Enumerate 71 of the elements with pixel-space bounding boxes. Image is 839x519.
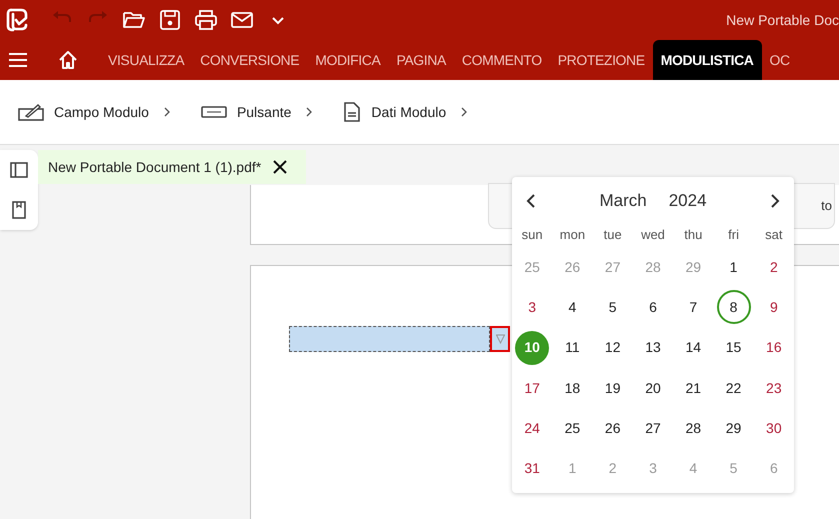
year-label[interactable]: 2024 <box>668 188 707 214</box>
calendar-day[interactable]: 6 <box>636 290 670 324</box>
weekday-label: sun <box>522 226 543 244</box>
weekday-label: wed <box>641 226 665 244</box>
calendar-day[interactable]: 26 <box>596 411 630 446</box>
save-icon[interactable] <box>158 8 182 32</box>
printer-icon[interactable] <box>194 8 218 32</box>
calendar-day[interactable]: 3 <box>515 290 550 324</box>
calendar-day[interactable]: 15 <box>716 330 751 365</box>
menu-tab[interactable]: PROTEZIONE <box>550 40 653 80</box>
home-icon[interactable] <box>58 50 78 70</box>
weekday-label: thu <box>684 226 702 244</box>
weekday-label: sat <box>765 226 783 244</box>
calendar-day[interactable]: 8 <box>716 290 751 324</box>
calendar-day[interactable]: 19 <box>596 371 630 406</box>
bookmark-icon[interactable] <box>12 200 26 218</box>
calendar-day[interactable]: 10 <box>515 330 550 365</box>
calendar-day[interactable]: 24 <box>515 411 550 446</box>
calendar-day[interactable]: 27 <box>636 411 670 446</box>
menu-icon[interactable] <box>8 52 28 68</box>
menu-tab[interactable]: PAGINA <box>388 40 454 80</box>
calendar-day[interactable]: 13 <box>636 330 670 365</box>
calendar-day[interactable]: 22 <box>716 371 751 406</box>
calendar-day[interactable]: 18 <box>555 371 590 406</box>
calendar-day[interactable]: 11 <box>555 330 590 365</box>
ribbon-button[interactable]: Campo Modulo <box>18 102 149 122</box>
document-icon <box>343 102 362 122</box>
chevron-right-icon[interactable] <box>770 194 780 208</box>
sidebar-panel-icon[interactable] <box>10 162 28 178</box>
calendar-day[interactable]: 28 <box>676 411 710 446</box>
menu-tab[interactable]: COMMENTO <box>454 40 550 80</box>
calendar-day[interactable]: 20 <box>636 371 670 406</box>
logo-icon <box>6 8 28 32</box>
date-field[interactable] <box>289 326 490 352</box>
chevron-left-icon[interactable] <box>526 194 536 208</box>
menu-tab[interactable]: MODULISTICA <box>652 40 762 80</box>
chevron-right-icon[interactable] <box>162 107 171 117</box>
field-edit-icon <box>18 102 44 122</box>
menu-tab[interactable]: VISUALIZZA <box>100 40 192 80</box>
calendar-day[interactable]: 12 <box>596 330 630 365</box>
chevron-right-icon[interactable] <box>305 107 314 117</box>
menu-tab[interactable]: CONVERSIONE <box>192 40 308 80</box>
calendar-day[interactable]: 31 <box>515 452 550 486</box>
menu-tab[interactable]: MODIFICA <box>307 40 388 80</box>
window-title: New Portable Doc <box>726 10 839 30</box>
calendar-day[interactable]: 29 <box>716 411 751 446</box>
calendar-day[interactable]: 4 <box>555 290 590 324</box>
calendar-day[interactable]: 5 <box>596 290 630 324</box>
calendar-day[interactable]: 14 <box>676 330 710 365</box>
weekday-label: tue <box>604 226 622 244</box>
calendar-day[interactable]: 9 <box>756 290 791 324</box>
calendar-day[interactable]: 7 <box>676 290 710 324</box>
calendar-day[interactable]: 30 <box>756 411 791 446</box>
triangle-icon <box>496 334 504 344</box>
ribbon-button[interactable]: Pulsante <box>200 102 292 122</box>
close-icon[interactable] <box>273 160 288 174</box>
document-tab-title: New Portable Document 1 (1).pdf* <box>48 158 262 177</box>
ribbon-button[interactable]: Dati Modulo <box>343 102 446 122</box>
calendar-day[interactable]: 16 <box>756 330 791 365</box>
calendar-day[interactable]: 1 <box>716 250 751 284</box>
month-label[interactable]: March <box>599 188 647 214</box>
calendar-day[interactable]: 25 <box>555 411 590 446</box>
weekday-label: mon <box>560 226 586 244</box>
weekday-label: fri <box>728 226 739 244</box>
dropdown-button[interactable] <box>490 326 510 352</box>
menu-tab[interactable]: OC <box>762 40 798 80</box>
calendar-day[interactable]: 2 <box>756 250 791 284</box>
chevron-right-icon[interactable] <box>460 107 468 117</box>
calendar-day[interactable]: 21 <box>676 371 710 406</box>
calendar-day[interactable]: 17 <box>515 371 550 406</box>
calendar-day[interactable]: 23 <box>756 371 791 406</box>
